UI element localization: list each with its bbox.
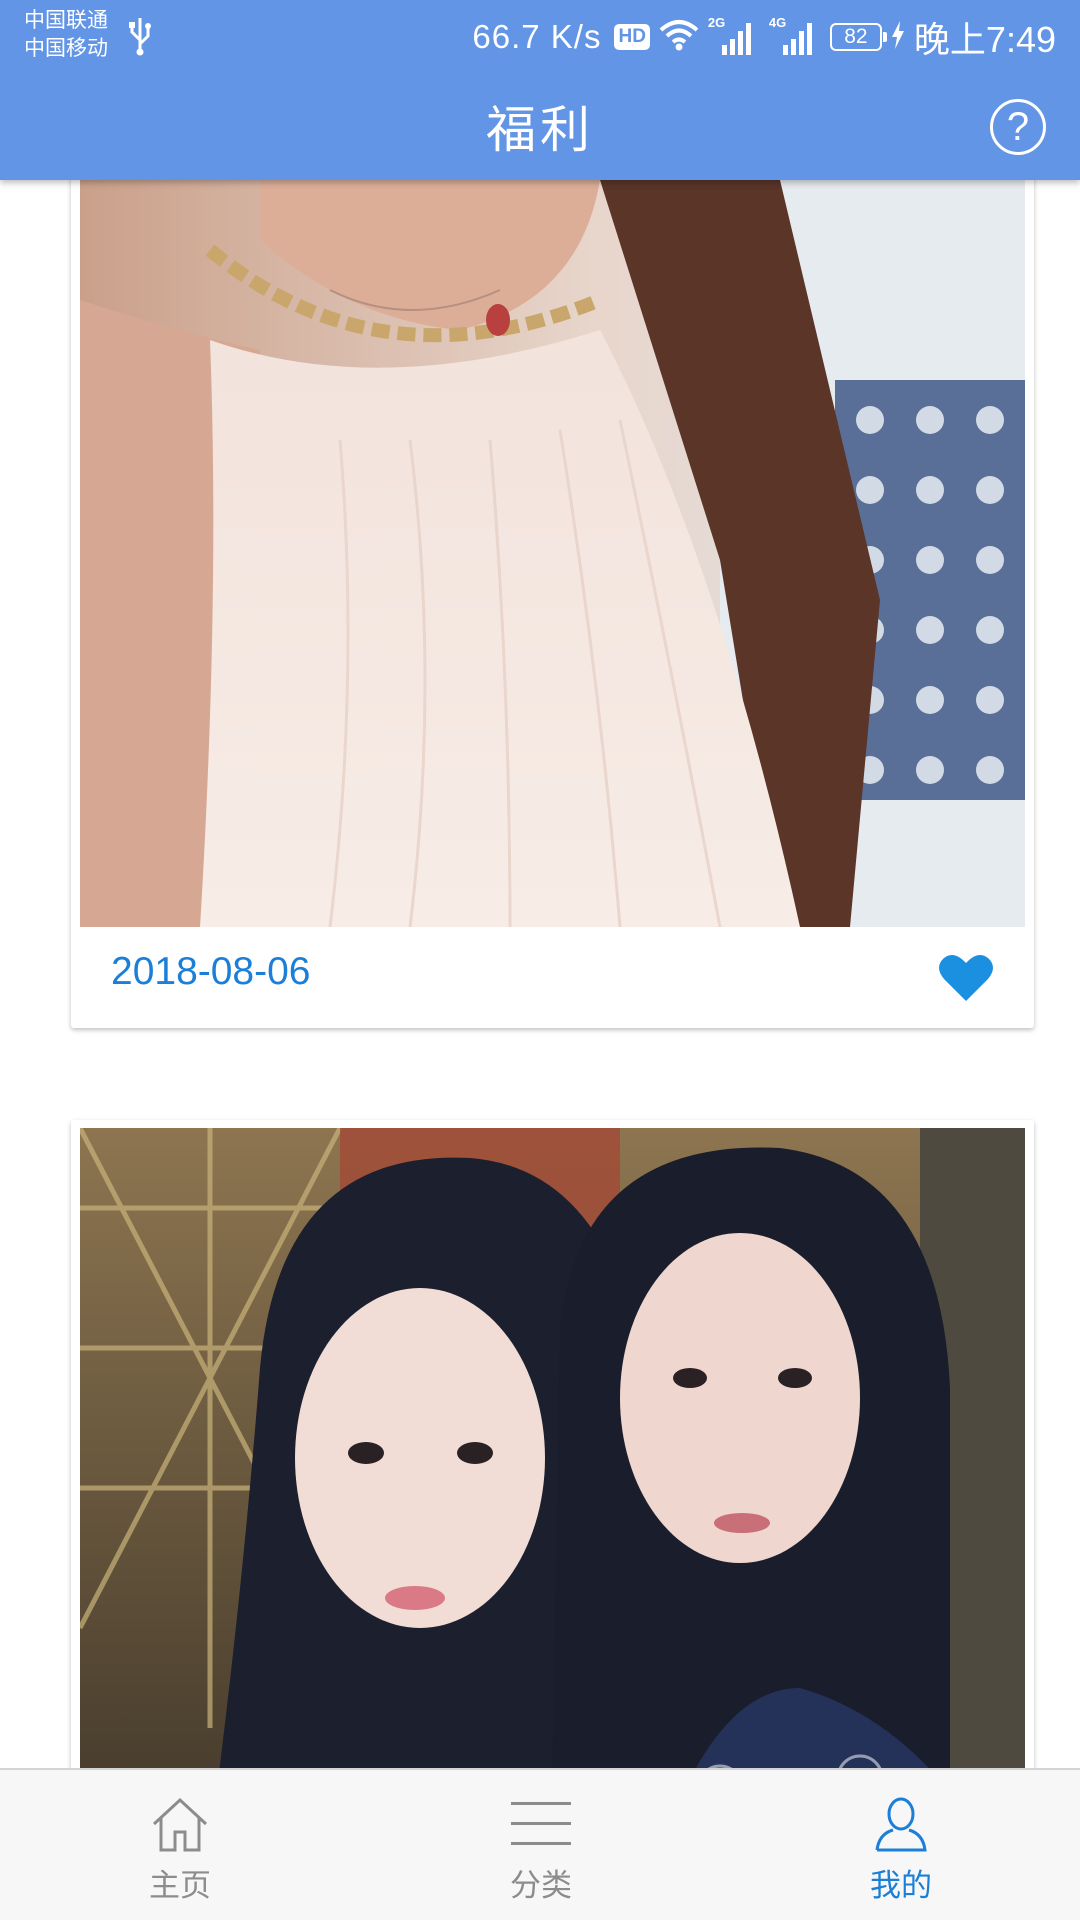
status-indicators: 66.7 K/s HD 2G 4G 82 晚上7:49 bbox=[472, 12, 1056, 62]
menu-icon bbox=[511, 1796, 571, 1852]
status-bar: 中国联通 中国移动 66.7 K/s HD 2G 4G 82 晚上7:49 bbox=[0, 0, 1080, 75]
home-icon bbox=[150, 1796, 210, 1852]
top-bar: 中国联通 中国移动 66.7 K/s HD 2G 4G 82 晚上7:49 福利… bbox=[0, 0, 1080, 180]
nav-item-mine[interactable]: 我的 bbox=[801, 1770, 1001, 1920]
clock: 晚上7:49 bbox=[913, 19, 1056, 60]
nav-item-home[interactable]: 主页 bbox=[80, 1770, 280, 1920]
screen: 2018-08-06 中国联通 中国移动 66.7 K/s HD 2G 4G 8… bbox=[0, 0, 1080, 1920]
card-date: 2018-08-06 bbox=[111, 950, 311, 993]
nav-label-home: 主页 bbox=[149, 1868, 211, 1904]
charging-icon bbox=[891, 21, 905, 53]
network-speed: 66.7 K/s bbox=[472, 18, 602, 55]
help-icon[interactable]: ? bbox=[990, 99, 1046, 155]
carrier-info: 中国联通 中国移动 bbox=[24, 6, 108, 62]
nav-label-mine: 我的 bbox=[870, 1868, 932, 1904]
carrier-1: 中国联通 bbox=[24, 8, 108, 32]
nav-item-category[interactable]: 分类 bbox=[441, 1770, 641, 1920]
wifi-icon bbox=[659, 18, 699, 56]
user-icon bbox=[871, 1796, 931, 1852]
page-title: 福利 bbox=[486, 101, 594, 159]
hd-badge: HD bbox=[614, 24, 650, 50]
nav-label-category: 分类 bbox=[510, 1868, 572, 1904]
usb-icon bbox=[128, 16, 152, 56]
heart-icon[interactable] bbox=[938, 953, 994, 1003]
feed-card[interactable]: 2018-08-06 bbox=[71, 120, 1034, 1028]
signal-icon: 4G bbox=[769, 15, 821, 57]
photo-feed[interactable]: 2018-08-06 bbox=[0, 0, 1080, 1920]
signal-icon: 2G bbox=[708, 15, 760, 57]
photo-image bbox=[80, 180, 1025, 927]
feed-photo[interactable] bbox=[80, 180, 1025, 927]
carrier-2: 中国移动 bbox=[24, 36, 108, 60]
app-bar: 福利 ? bbox=[0, 75, 1080, 180]
bottom-navigation: 主页 分类 我的 bbox=[0, 1768, 1080, 1920]
battery-icon: 82 bbox=[829, 23, 887, 51]
